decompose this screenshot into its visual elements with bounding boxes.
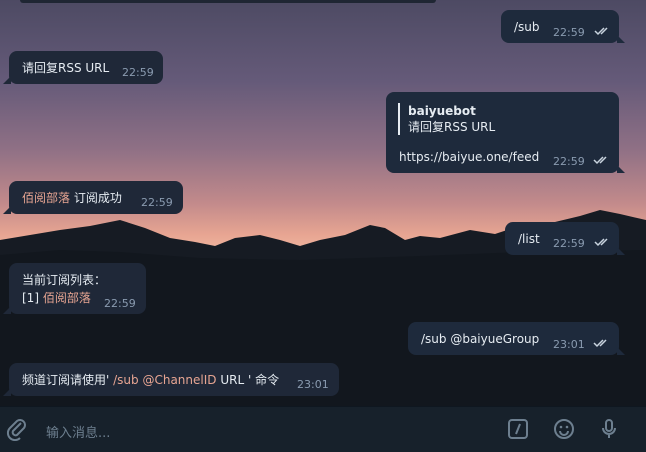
message-outgoing-reply[interactable]: baiyuebot 请回复RSS URL https://baiyue.one/… (386, 92, 625, 173)
message-time: 23:01 (553, 338, 585, 351)
message-incoming[interactable]: 频道订阅请使用' /sub @ChannelID URL ' 命令 23:01 (3, 363, 339, 396)
microphone-icon[interactable] (597, 417, 621, 441)
message-line: [1] 佰阅部落 (22, 290, 91, 306)
message-line: 当前订阅列表： (22, 273, 107, 287)
previous-message-edge (20, 0, 436, 3)
message-text: /sub @baiyueGroup (421, 332, 540, 346)
message-content: 佰阅部落 订阅成功 (22, 190, 122, 206)
message-time: 22:59 (553, 155, 585, 168)
message-time: 22:59 (553, 237, 585, 250)
message-time: 22:59 (104, 297, 136, 310)
channel-link[interactable]: 佰阅部落 (22, 191, 70, 205)
message-text: https://baiyue.one/feed (399, 150, 540, 164)
emoji-icon[interactable] (552, 417, 576, 441)
message-input[interactable]: 输入消息... (46, 422, 110, 441)
message-text: 请回复RSS URL (22, 61, 110, 75)
message-time: 22:59 (553, 26, 585, 39)
bot-command-icon[interactable] (506, 417, 530, 441)
message-incoming[interactable]: 当前订阅列表： [1] 佰阅部落 22:59 (3, 263, 146, 314)
message-text: /list (518, 232, 540, 246)
quote-author: baiyuebot (408, 104, 476, 118)
paperclip-icon[interactable] (5, 417, 29, 441)
message-content: 频道订阅请使用' /sub @ChannelID URL ' 命令 (22, 372, 279, 388)
quote-text: 请回复RSS URL (408, 120, 496, 134)
message-incoming[interactable]: 请回复RSS URL 22:59 (3, 51, 163, 84)
message-incoming[interactable]: 佰阅部落 订阅成功 22:59 (3, 181, 183, 214)
command-link[interactable]: /sub @ChannelID (113, 373, 216, 387)
message-outgoing[interactable]: /sub @baiyueGroup 23:01 (408, 322, 625, 355)
reply-quote[interactable]: baiyuebot 请回复RSS URL (398, 103, 495, 135)
message-text: /sub (514, 20, 540, 34)
read-checks-icon (594, 27, 608, 36)
message-time: 22:59 (141, 196, 173, 209)
message-text: 订阅成功 (70, 191, 122, 205)
message-text: URL ' 命令 (216, 373, 280, 387)
message-time: 22:59 (122, 66, 154, 79)
message-text: 频道订阅请使用' (22, 373, 114, 387)
read-checks-icon (593, 339, 607, 348)
message-time: 23:01 (297, 378, 329, 391)
read-checks-icon (594, 238, 608, 247)
message-outgoing[interactable]: /list 22:59 (505, 222, 625, 255)
read-checks-icon (593, 156, 607, 165)
message-outgoing[interactable]: /sub 22:59 (501, 10, 625, 43)
message-composer: 输入消息... (0, 406, 646, 452)
channel-link[interactable]: 佰阅部落 (43, 291, 91, 305)
list-index: [1] (22, 291, 43, 305)
